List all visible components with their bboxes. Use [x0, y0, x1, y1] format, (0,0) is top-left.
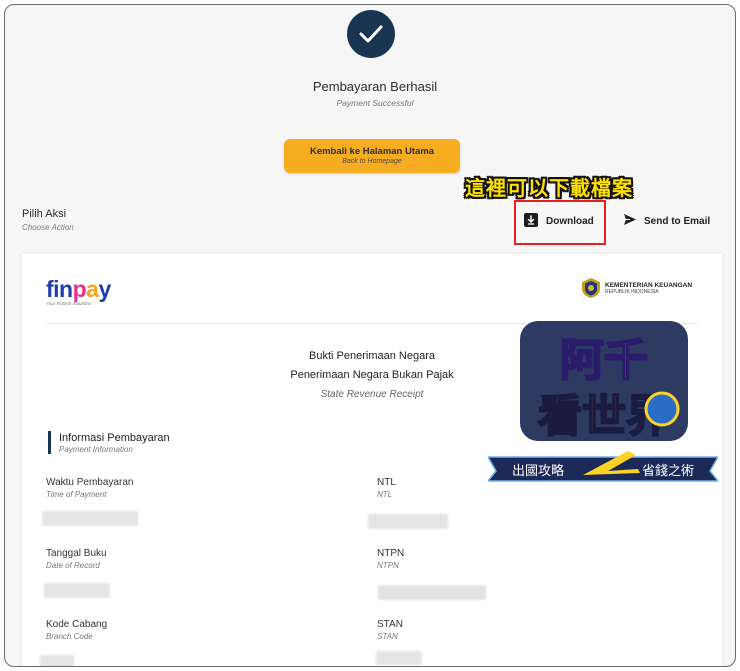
- payment-info-title: Informasi Pembayaran: [59, 432, 170, 444]
- ministry-name: KEMENTERIAN KEUANGAN: [605, 281, 693, 289]
- ministry-logo: KEMENTERIAN KEUANGAN REPUBLIK INDONESIA: [582, 278, 692, 298]
- ministry-sub: REPUBLIK INDONESIA: [605, 288, 659, 295]
- download-button[interactable]: Download: [524, 213, 594, 230]
- watermark-logo: 阿千 看世界 出國攻略 省錢之術: [488, 321, 718, 482]
- send-email-label: Send to Email: [644, 215, 711, 227]
- redacted-value: [42, 511, 138, 526]
- home-button-label: Kembali ke Halaman Utama: [309, 146, 435, 157]
- redacted-value: [44, 583, 110, 598]
- svg-text:出國攻略: 出國攻略: [512, 463, 564, 479]
- field-time-of-payment: Waktu Pembayaran Time of Payment: [46, 477, 134, 499]
- field-date-of-record: Tanggal Buku Date of Record: [46, 548, 107, 570]
- field-branch-code: Kode Cabang Branch Code: [46, 619, 108, 641]
- payment-status-subtitle: Payment Successful: [336, 98, 414, 108]
- payment-info-subtitle: Payment Information: [59, 445, 133, 454]
- payment-status-title: Pembayaran Berhasil: [312, 79, 438, 94]
- svg-text:省錢之術: 省錢之術: [642, 463, 694, 479]
- finpay-logo: finpay Your Fintech Solutions: [46, 276, 111, 307]
- redacted-value: [378, 585, 486, 600]
- back-to-homepage-button[interactable]: Kembali ke Halaman Utama Back to Homepag…: [284, 139, 460, 173]
- home-button-sublabel: Back to Homepage: [342, 158, 402, 165]
- choose-action-title: Pilih Aksi: [22, 208, 67, 220]
- payment-info-section-header: Informasi Pembayaran Payment Information: [48, 431, 170, 454]
- svg-text:阿千: 阿千: [560, 335, 648, 386]
- download-label: Download: [546, 216, 594, 227]
- field-stan: STAN STAN: [377, 619, 403, 641]
- send-icon: [623, 213, 637, 229]
- choose-action-subtitle: Choose Action: [22, 223, 74, 232]
- success-check-icon: [347, 10, 395, 58]
- redacted-value: [368, 514, 448, 529]
- field-ntl: NTL NTL: [377, 477, 396, 499]
- field-ntpn: NTPN NTPN: [377, 548, 405, 570]
- download-icon: [524, 213, 538, 230]
- ministry-emblem-icon: [582, 278, 600, 298]
- app-frame: Pembayaran Berhasil Payment Successful K…: [4, 4, 736, 667]
- redacted-value: [376, 651, 422, 665]
- annotation-text: 這裡可以下載檔案: [465, 176, 633, 200]
- send-to-email-button[interactable]: Send to Email: [623, 213, 710, 229]
- choose-action-heading: Pilih Aksi Choose Action: [22, 208, 74, 232]
- redacted-value: [40, 655, 74, 666]
